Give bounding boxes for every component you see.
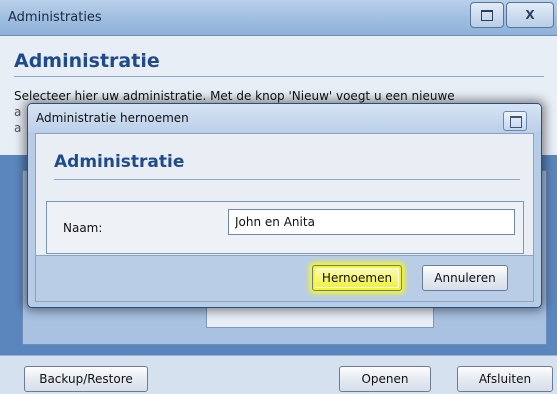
dialog-body: Administratie Naam: Hernoemen Annuleren [35, 133, 534, 302]
window-title: Administraties [8, 10, 102, 25]
page-title: Administratie [14, 50, 160, 72]
backup-restore-button[interactable]: Backup/Restore [24, 366, 148, 392]
dialog-titlebar: Administratie hernoemen [28, 104, 541, 132]
dialog-title: Administratie hernoemen [36, 111, 189, 125]
rename-dialog: Administratie hernoemen Administratie Na… [27, 103, 542, 308]
name-input[interactable] [228, 209, 515, 235]
restore-button[interactable] [470, 2, 504, 28]
rename-button-label: Hernoemen [314, 268, 400, 288]
dialog-restore-button[interactable] [503, 111, 527, 131]
exit-button[interactable]: Afsluiten [457, 366, 553, 392]
open-button[interactable]: Openen [339, 366, 431, 392]
name-field-panel: Naam: [46, 201, 524, 254]
restore-icon [481, 9, 493, 21]
close-icon: X [525, 8, 535, 22]
description-line-1: Selecteer hier uw administratie. Met de … [14, 89, 455, 103]
rename-button[interactable]: Hernoemen [312, 265, 402, 291]
dialog-button-bar: Hernoemen Annuleren [36, 255, 533, 301]
heading-divider [14, 76, 544, 77]
dialog-heading-divider [54, 179, 520, 180]
dialog-heading: Administratie [54, 152, 185, 172]
window-titlebar: Administraties X [0, 0, 557, 36]
close-window-button[interactable]: X [506, 2, 554, 28]
cancel-button[interactable]: Annuleren [422, 265, 508, 291]
name-label: Naam: [63, 221, 103, 235]
